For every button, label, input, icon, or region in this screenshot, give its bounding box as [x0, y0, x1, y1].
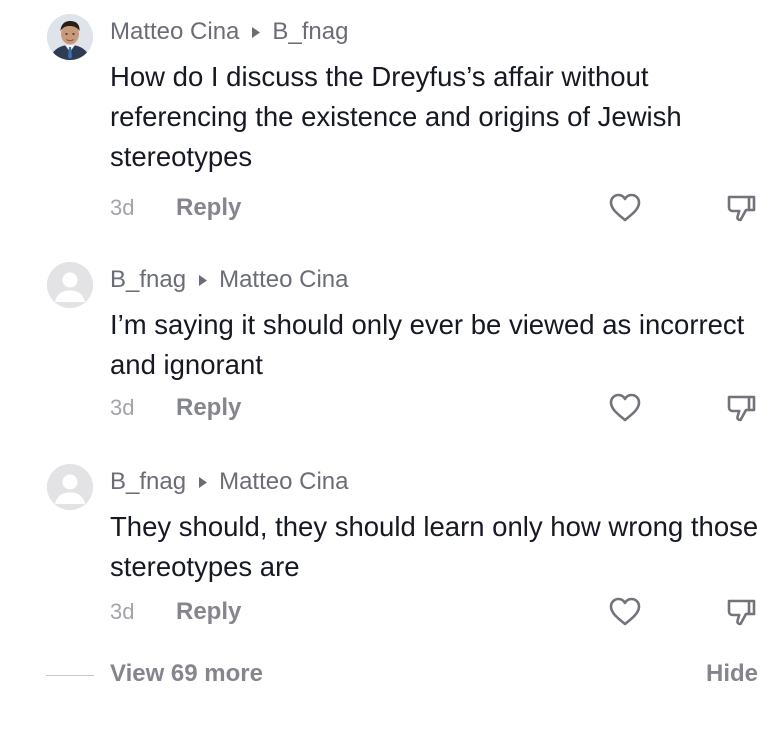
profile-photo [47, 14, 93, 60]
replies-footer: View 69 more Hide [0, 658, 782, 694]
comment-thread: Matteo Cina B_fnag How do I discuss the … [0, 0, 782, 740]
comment-header: B_fnag Matteo Cina [110, 466, 348, 498]
reply-button[interactable]: Reply [176, 598, 241, 626]
divider [46, 675, 94, 676]
comment-text: They should, they should learn only how … [110, 511, 759, 582]
triangle-right-icon [198, 476, 208, 489]
triangle-right-icon [251, 26, 261, 39]
author-name[interactable]: Matteo Cina [110, 18, 239, 46]
comment-text: How do I discuss the Dreyfus’s affair wi… [110, 61, 682, 172]
hide-button[interactable]: Hide [706, 660, 758, 688]
view-more-button[interactable]: View 69 more [110, 660, 263, 688]
like-button[interactable] [607, 594, 643, 630]
comment-header: Matteo Cina B_fnag [110, 16, 348, 48]
reply-to-name[interactable]: Matteo Cina [219, 266, 348, 294]
comment-meta: 3d Reply [110, 192, 241, 224]
thumbs-down-icon [727, 599, 756, 626]
avatar[interactable] [47, 14, 93, 60]
thumbs-down-icon [727, 395, 756, 422]
triangle-right-icon [198, 274, 208, 287]
default-avatar-icon [47, 262, 93, 308]
avatar[interactable] [47, 464, 93, 510]
reply-button[interactable]: Reply [176, 194, 241, 222]
timestamp: 3d [110, 395, 135, 420]
comment-meta: 3d Reply [110, 596, 241, 628]
timestamp: 3d [110, 599, 135, 624]
comment-header: B_fnag Matteo Cina [110, 264, 348, 296]
default-avatar-icon [47, 464, 93, 510]
dislike-button[interactable] [723, 390, 759, 426]
thumbs-down-icon [727, 195, 756, 222]
reply-button[interactable]: Reply [176, 394, 241, 422]
dislike-button[interactable] [723, 190, 759, 226]
reply-to-name[interactable]: B_fnag [272, 18, 348, 46]
comment-meta: 3d Reply [110, 392, 241, 424]
timestamp: 3d [110, 195, 135, 220]
comment-text: I’m saying it should only ever be viewed… [110, 309, 745, 380]
reply-to-name[interactable]: Matteo Cina [219, 468, 348, 496]
heart-icon [609, 597, 641, 626]
heart-icon [609, 193, 641, 222]
avatar[interactable] [47, 262, 93, 308]
author-name[interactable]: B_fnag [110, 468, 186, 496]
heart-icon [609, 393, 641, 422]
like-button[interactable] [607, 190, 643, 226]
like-button[interactable] [607, 390, 643, 426]
author-name[interactable]: B_fnag [110, 266, 186, 294]
dislike-button[interactable] [723, 594, 759, 630]
